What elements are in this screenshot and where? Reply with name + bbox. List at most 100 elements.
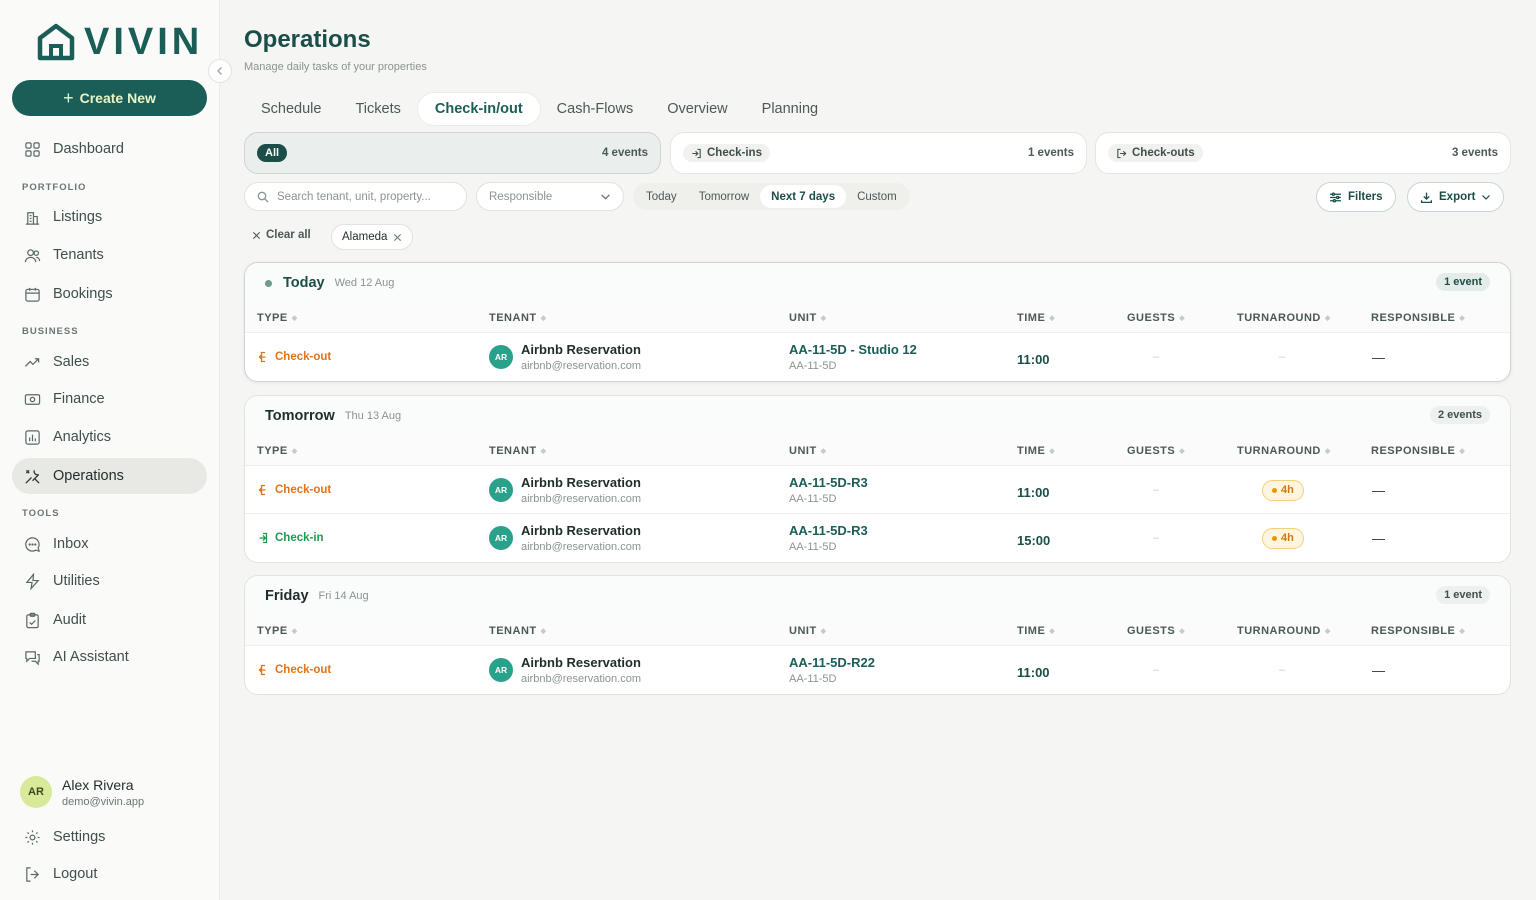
event-count-badge: 1 event — [1436, 586, 1490, 604]
event-count-badge: 2 events — [1429, 406, 1490, 424]
checkouts-chip: Check-outs — [1108, 144, 1203, 162]
sidebar-item-dashboard[interactable]: Dashboard — [12, 131, 207, 167]
summary-checkouts-card[interactable]: Check-outs 3 events — [1095, 132, 1511, 174]
table-row[interactable]: Check-out AR Airbnb Reservation airbnb@re… — [245, 465, 1510, 513]
tab-planning[interactable]: Planning — [745, 93, 835, 125]
unit-name[interactable]: AA-11-5D - Studio 12 — [789, 342, 917, 357]
unit-cell: AA-11-5D-R3 AA-11-5D — [789, 514, 868, 562]
unit-name[interactable]: AA-11-5D-R3 — [789, 523, 868, 538]
column-time[interactable]: TIME ◆ — [1017, 445, 1055, 457]
responsible-cell[interactable]: — — [1372, 466, 1385, 514]
sidebar-item-analytics[interactable]: Analytics — [12, 419, 207, 455]
export-button[interactable]: Export — [1407, 182, 1505, 212]
tenant-cell: AR Airbnb Reservation airbnb@reservation.… — [489, 646, 641, 694]
column-unit[interactable]: UNIT ◆ — [789, 312, 827, 324]
column-time[interactable]: TIME ◆ — [1017, 312, 1055, 324]
column-tenant[interactable]: TENANT ◆ — [489, 312, 547, 324]
column-tenant[interactable]: TENANT ◆ — [489, 445, 547, 457]
table-row[interactable]: Check-out AR Airbnb Reservation airbnb@re… — [245, 332, 1510, 380]
sidebar-item-inbox[interactable]: Inbox — [12, 526, 207, 562]
sidebar-item-listings[interactable]: Listings — [12, 199, 207, 235]
tenant-email: airbnb@reservation.com — [521, 541, 641, 553]
create-new-button[interactable]: + Create New — [12, 80, 207, 116]
tab-cash-flows[interactable]: Cash-Flows — [540, 93, 651, 125]
range-next-7-days[interactable]: Next 7 days — [760, 185, 847, 208]
time-cell: 15:00 — [1017, 532, 1051, 548]
summary-all-card[interactable]: All 4 events — [244, 132, 661, 174]
column-time[interactable]: TIME ◆ — [1017, 625, 1055, 637]
column-responsible[interactable]: RESPONSIBLE ◆ — [1371, 625, 1465, 637]
tab-overview[interactable]: Overview — [650, 93, 744, 125]
tenant-cell: AR Airbnb Reservation airbnb@reservation.… — [489, 466, 641, 514]
collapse-sidebar-button[interactable] — [208, 59, 232, 83]
logout-icon — [26, 866, 40, 882]
range-tomorrow[interactable]: Tomorrow — [688, 185, 760, 208]
sidebar-item-label: Utilities — [53, 573, 100, 589]
export-label: Export — [1439, 191, 1476, 203]
brand-logo[interactable]: VIVIN — [36, 22, 203, 62]
sidebar-item-operations[interactable]: Operations — [12, 458, 207, 494]
turnaround-badge: 4h — [1262, 479, 1304, 501]
column-guests[interactable]: GUESTS ◆ — [1127, 625, 1185, 637]
type-cell: Check-in — [258, 514, 324, 562]
check-out-icon — [258, 351, 266, 363]
sidebar-item-ai-assistant[interactable]: AI Assistant — [12, 639, 207, 675]
tab-schedule[interactable]: Schedule — [244, 93, 338, 125]
tab-tickets[interactable]: Tickets — [338, 93, 417, 125]
sidebar-item-label: Settings — [53, 829, 106, 845]
column-responsible[interactable]: RESPONSIBLE ◆ — [1371, 312, 1465, 324]
sidebar-item-tenants[interactable]: Tenants — [12, 237, 207, 273]
tools-icon — [25, 469, 40, 484]
column-type[interactable]: TYPE ◆ — [257, 625, 298, 637]
responsible-select[interactable]: Responsible — [476, 182, 624, 211]
column-unit[interactable]: UNIT ◆ — [789, 445, 827, 457]
responsible-cell[interactable]: — — [1372, 514, 1385, 562]
sidebar-item-bookings[interactable]: Bookings — [12, 276, 207, 312]
clear-all-button[interactable]: Clear all — [252, 229, 311, 241]
column-guests[interactable]: GUESTS ◆ — [1127, 445, 1185, 457]
column-turnaround[interactable]: TURNAROUND ◆ — [1237, 445, 1331, 457]
sidebar-item-logout[interactable]: Logout — [12, 856, 207, 892]
column-type[interactable]: TYPE ◆ — [257, 445, 298, 457]
range-today[interactable]: Today — [635, 185, 688, 208]
filters-button[interactable]: Filters — [1316, 182, 1396, 212]
column-responsible[interactable]: RESPONSIBLE ◆ — [1371, 445, 1465, 457]
guests-cell: – — [1153, 351, 1160, 363]
range-custom[interactable]: Custom — [846, 185, 908, 208]
column-guests[interactable]: GUESTS ◆ — [1127, 312, 1185, 324]
sidebar-item-finance[interactable]: Finance — [12, 381, 207, 417]
sidebar-item-label: Audit — [53, 612, 87, 628]
tab-check-in-out[interactable]: Check-in/out — [417, 93, 540, 125]
table-row[interactable]: Check-in AR Airbnb Reservation airbnb@res… — [245, 513, 1510, 561]
column-type[interactable]: TYPE ◆ — [257, 312, 298, 324]
bar-chart-icon — [25, 429, 40, 445]
column-turnaround[interactable]: TURNAROUND ◆ — [1237, 625, 1331, 637]
summary-checkins-card[interactable]: Check-ins 1 events — [670, 132, 1087, 174]
sidebar-item-audit[interactable]: Audit — [12, 602, 207, 638]
unit-name[interactable]: AA-11-5D-R22 — [789, 655, 875, 670]
user-email: demo@vivin.app — [62, 795, 145, 808]
column-unit[interactable]: UNIT ◆ — [789, 625, 827, 637]
user-profile[interactable]: AR Alex Rivera demo@vivin.app — [20, 776, 144, 808]
sidebar-item-settings[interactable]: Settings — [12, 819, 207, 855]
group-date: Wed 12 Aug — [334, 277, 395, 289]
table-row[interactable]: Check-out AR Airbnb Reservation airbnb@re… — [245, 645, 1510, 693]
checkins-chip: Check-ins — [683, 144, 770, 162]
close-icon[interactable] — [393, 233, 402, 242]
unit-name[interactable]: AA-11-5D-R3 — [789, 475, 868, 490]
tenant-avatar: AR — [489, 345, 513, 369]
check-out-icon — [258, 664, 266, 676]
sidebar-item-label: Dashboard — [53, 141, 124, 157]
filters-label: Filters — [1348, 191, 1383, 203]
search-box[interactable] — [244, 182, 467, 211]
chat-bubbles-icon — [25, 650, 40, 666]
column-turnaround[interactable]: TURNAROUND ◆ — [1237, 312, 1331, 324]
sidebar-item-utilities[interactable]: Utilities — [12, 563, 207, 599]
responsible-cell[interactable]: — — [1372, 646, 1385, 694]
search-input[interactable] — [277, 190, 457, 203]
sidebar-item-label: Sales — [53, 354, 90, 370]
check-in-icon — [259, 532, 268, 544]
responsible-cell[interactable]: — — [1372, 333, 1385, 381]
column-tenant[interactable]: TENANT ◆ — [489, 625, 547, 637]
sidebar-item-sales[interactable]: Sales — [12, 344, 207, 380]
